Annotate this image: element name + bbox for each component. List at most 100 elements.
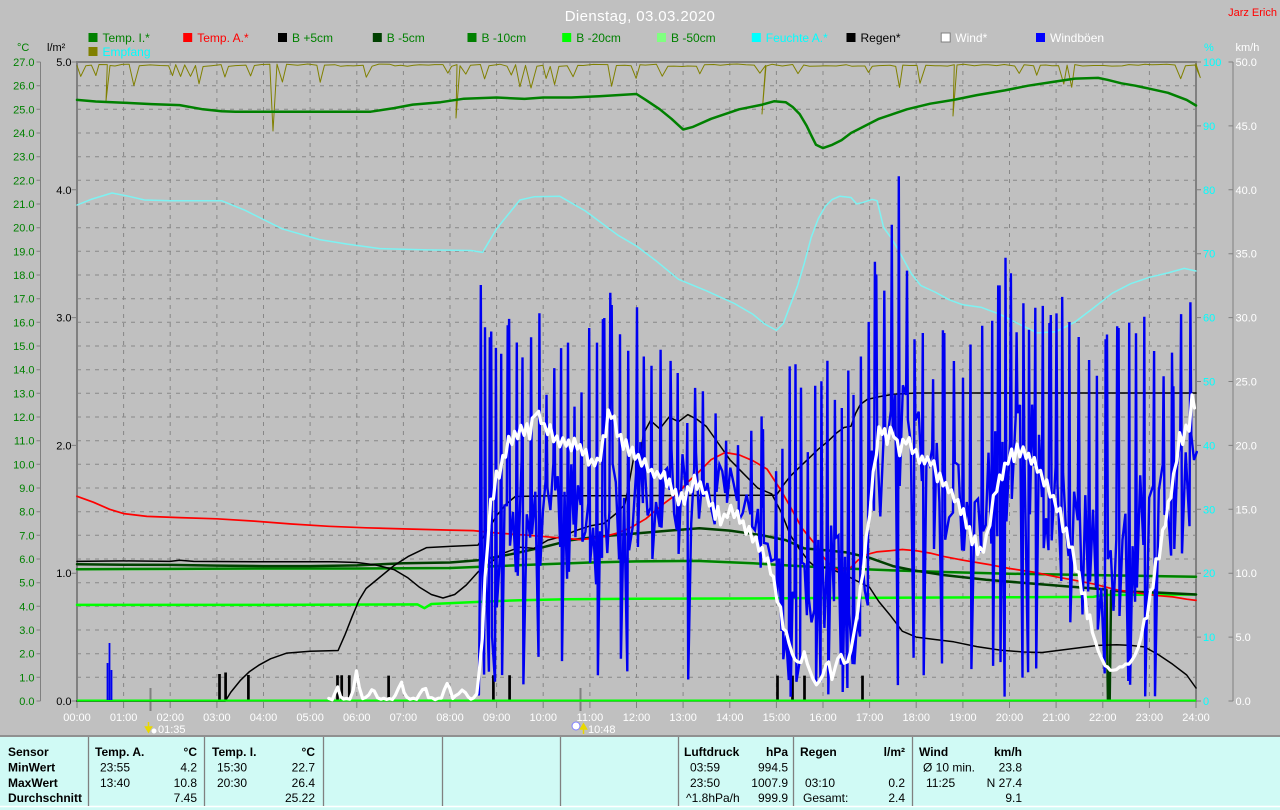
svg-text:2.0: 2.0 <box>19 649 34 661</box>
svg-text:23.0: 23.0 <box>13 152 34 164</box>
svg-text:°C: °C <box>184 745 198 759</box>
svg-text:MinWert: MinWert <box>8 761 55 775</box>
svg-text:26.0: 26.0 <box>13 81 34 93</box>
svg-text:Regen*: Regen* <box>861 31 901 45</box>
svg-text:Ø 10 min.: Ø 10 min. <box>923 761 975 775</box>
svg-text:22:00: 22:00 <box>1089 712 1117 724</box>
svg-text:06:00: 06:00 <box>343 712 371 724</box>
svg-text:B -50cm: B -50cm <box>671 31 716 45</box>
svg-text:12.0: 12.0 <box>13 412 34 424</box>
svg-text:10.0: 10.0 <box>13 459 34 471</box>
svg-text:Jarz Erich: Jarz Erich <box>1228 7 1277 19</box>
svg-text:994.5: 994.5 <box>758 761 788 775</box>
svg-text:14:00: 14:00 <box>716 712 744 724</box>
svg-text:l/m²: l/m² <box>884 745 905 759</box>
svg-text:5.0: 5.0 <box>56 57 71 69</box>
svg-text:22.0: 22.0 <box>13 175 34 187</box>
svg-text:0.0: 0.0 <box>56 696 71 708</box>
svg-text:B -5cm: B -5cm <box>387 31 425 45</box>
svg-text:20:00: 20:00 <box>996 712 1024 724</box>
svg-text:Regen: Regen <box>800 745 837 759</box>
svg-text:15.0: 15.0 <box>1236 504 1257 516</box>
svg-text:8.0: 8.0 <box>19 507 34 519</box>
svg-text:15:30: 15:30 <box>217 761 247 775</box>
svg-text:Empfang: Empfang <box>103 45 151 59</box>
svg-text:26.4: 26.4 <box>292 776 316 790</box>
svg-text:20:30: 20:30 <box>217 776 247 790</box>
svg-text:10: 10 <box>1203 632 1215 644</box>
svg-text:80: 80 <box>1203 185 1215 197</box>
svg-text:13.0: 13.0 <box>13 388 34 400</box>
svg-text:11:25: 11:25 <box>926 776 955 790</box>
svg-text:18.0: 18.0 <box>13 270 34 282</box>
svg-text:24:00: 24:00 <box>1182 712 1210 724</box>
svg-text:23:50: 23:50 <box>690 776 720 790</box>
svg-text:30: 30 <box>1203 504 1215 516</box>
svg-text:20.0: 20.0 <box>1236 440 1257 452</box>
svg-text:40: 40 <box>1203 440 1215 452</box>
svg-text:Wind*: Wind* <box>955 31 987 45</box>
svg-text:B -20cm: B -20cm <box>576 31 621 45</box>
svg-text:0.0: 0.0 <box>1236 696 1251 708</box>
svg-text:Gesamt:: Gesamt: <box>803 791 848 805</box>
svg-text:4.0: 4.0 <box>19 601 34 613</box>
svg-text:03:00: 03:00 <box>203 712 231 724</box>
svg-text:20.0: 20.0 <box>13 223 34 235</box>
svg-text:23.8: 23.8 <box>999 761 1023 775</box>
svg-text:19.0: 19.0 <box>13 246 34 258</box>
svg-text:0.2: 0.2 <box>888 776 905 790</box>
svg-text:24.0: 24.0 <box>13 128 34 140</box>
svg-text:0: 0 <box>1203 696 1209 708</box>
svg-text:Wind: Wind <box>919 745 948 759</box>
svg-text:50: 50 <box>1203 377 1215 389</box>
svg-text:19:00: 19:00 <box>949 712 977 724</box>
svg-text:13:40: 13:40 <box>100 776 130 790</box>
svg-text:Feuchte A.*: Feuchte A.* <box>766 31 828 45</box>
svg-text:21:00: 21:00 <box>1042 712 1070 724</box>
svg-text:Temp. A.: Temp. A. <box>95 745 144 759</box>
svg-text:4.2: 4.2 <box>180 761 197 775</box>
svg-text:09:00: 09:00 <box>483 712 511 724</box>
svg-text:Temp. I.: Temp. I. <box>212 745 256 759</box>
svg-text:23:55: 23:55 <box>100 761 130 775</box>
svg-text:2.0: 2.0 <box>56 440 71 452</box>
svg-text:05:00: 05:00 <box>296 712 324 724</box>
svg-text:15.0: 15.0 <box>13 341 34 353</box>
svg-text:35.0: 35.0 <box>1236 249 1257 261</box>
svg-text:^1.8hPa/h: ^1.8hPa/h <box>686 791 740 805</box>
svg-text:11:00: 11:00 <box>577 712 604 724</box>
svg-text:°C: °C <box>302 745 316 759</box>
svg-text:03:10: 03:10 <box>805 776 835 790</box>
svg-text:10:48: 10:48 <box>588 724 616 736</box>
svg-text:25.22: 25.22 <box>285 791 315 805</box>
svg-text:50.0: 50.0 <box>1236 57 1257 69</box>
svg-text:B +5cm: B +5cm <box>292 31 333 45</box>
svg-text:03:59: 03:59 <box>690 761 720 775</box>
svg-text:hPa: hPa <box>766 745 788 759</box>
svg-text:Temp. A.*: Temp. A.* <box>197 31 249 45</box>
svg-text:70: 70 <box>1203 249 1215 261</box>
svg-text:7.45: 7.45 <box>174 791 198 805</box>
svg-text:11.0: 11.0 <box>14 436 35 448</box>
svg-text:4.0: 4.0 <box>56 185 71 197</box>
svg-text:l/m²: l/m² <box>47 42 66 54</box>
svg-text:20: 20 <box>1203 568 1215 580</box>
svg-text:25.0: 25.0 <box>13 104 34 116</box>
svg-text:1.0: 1.0 <box>56 568 71 580</box>
svg-text:13:00: 13:00 <box>669 712 697 724</box>
svg-text:N 27.4: N 27.4 <box>987 776 1023 790</box>
svg-text:9.0: 9.0 <box>19 483 34 495</box>
svg-text:1007.9: 1007.9 <box>751 776 788 790</box>
svg-text:90: 90 <box>1203 121 1215 133</box>
svg-text:40.0: 40.0 <box>1236 185 1257 197</box>
svg-text:23:00: 23:00 <box>1136 712 1164 724</box>
svg-text:21.0: 21.0 <box>13 199 34 211</box>
svg-text:15:00: 15:00 <box>763 712 791 724</box>
svg-text:16:00: 16:00 <box>809 712 837 724</box>
svg-text:°C: °C <box>17 42 29 54</box>
svg-text:%: % <box>1204 42 1214 54</box>
svg-text:0.0: 0.0 <box>19 696 34 708</box>
svg-text:3.0: 3.0 <box>19 625 34 637</box>
svg-text:Temp. I.*: Temp. I.* <box>103 31 151 45</box>
svg-text:Luftdruck: Luftdruck <box>684 745 740 759</box>
